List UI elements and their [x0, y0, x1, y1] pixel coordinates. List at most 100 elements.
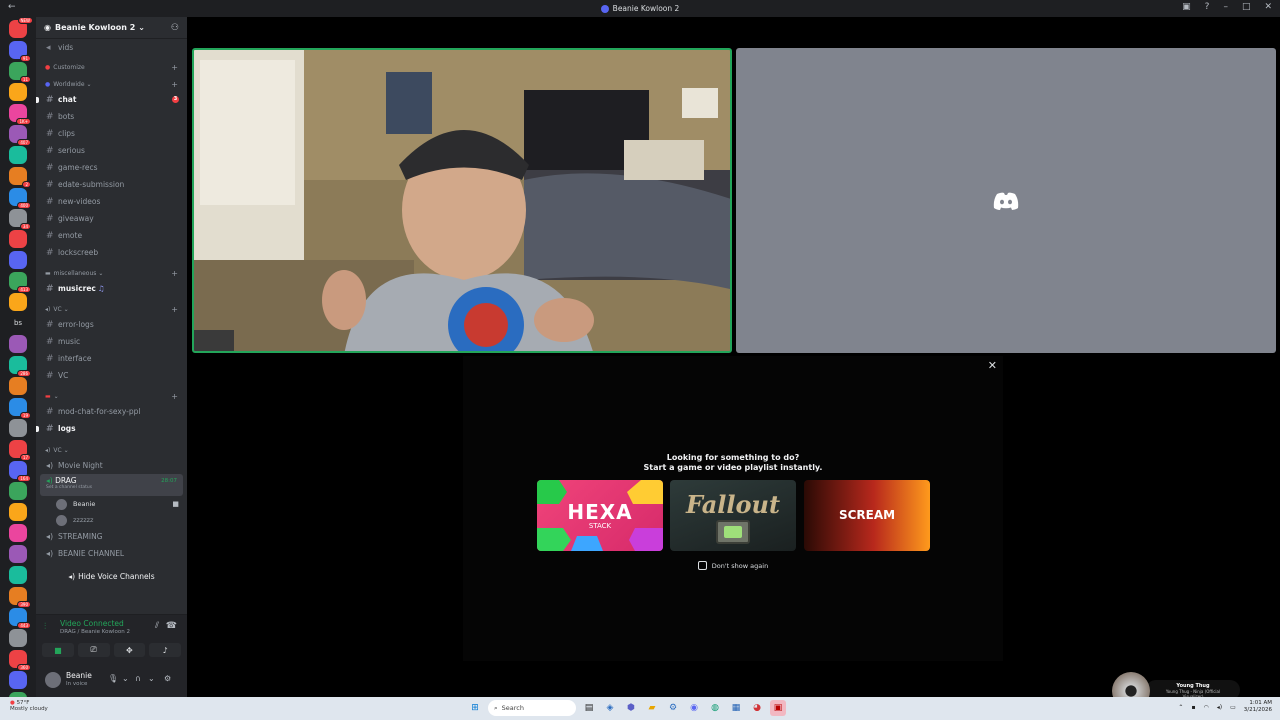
teams-icon[interactable]: ⬢ [623, 700, 639, 716]
server-icon[interactable] [9, 293, 27, 311]
server-icon[interactable]: 2 [9, 167, 31, 188]
checkbox[interactable] [697, 561, 707, 570]
server-icon[interactable] [9, 566, 27, 584]
channel-giveaway[interactable]: # giveaway [36, 210, 187, 227]
edge-icon[interactable]: ◍ [707, 700, 723, 716]
category-vc-2[interactable]: ◂) VC ⌄ [36, 443, 187, 457]
server-icon[interactable]: NEW [9, 17, 33, 38]
camera-button[interactable]: ■ [42, 643, 74, 657]
discord-taskbar-icon[interactable]: ◉ [686, 700, 702, 716]
maximize-button[interactable]: □ [1242, 2, 1251, 12]
customize-row[interactable]: ● Customize + [36, 60, 187, 74]
activity-card-fallout[interactable]: Fallout [670, 480, 796, 551]
server-icon[interactable]: 17 [9, 440, 31, 461]
hide-voice-channels-button[interactable]: ◂) Hide Voice Channels [36, 568, 187, 584]
signal-icon[interactable]: ⫶ [44, 622, 46, 632]
close-icon[interactable]: ✕ [988, 359, 997, 372]
channel-vids[interactable]: ◂ vids [36, 39, 187, 56]
server-icon[interactable]: 413 [9, 272, 31, 293]
voice-channel-drag[interactable]: ◂) DRAG Set a channel status 28:07 [40, 474, 183, 496]
server-icon[interactable] [9, 83, 27, 101]
server-icon[interactable]: 407 [9, 125, 31, 146]
server-header[interactable]: ◉ Beanie Kowloon 2 ⌄ ⚇ [36, 17, 187, 39]
dont-show-again[interactable]: Don't show again [463, 561, 1003, 570]
server-icon[interactable] [9, 335, 27, 353]
headphones-icon[interactable]: ∩ [135, 674, 141, 683]
server-icon[interactable] [9, 419, 27, 437]
wifi-icon[interactable]: ◠ [1204, 704, 1209, 711]
category-miscellaneous[interactable]: ▬ miscellaneous ⌄ + [36, 266, 187, 280]
clock[interactable]: 1:01 AM 3/21/2026 [1244, 700, 1272, 714]
server-icon[interactable] [9, 629, 27, 647]
microphone-icon[interactable]: 🎙 [108, 674, 118, 683]
server-icon[interactable] [9, 671, 27, 689]
weather-widget[interactable]: ● 57°F Mostly cloudy [10, 700, 48, 712]
channel-mod-chat[interactable]: # mod-chat-for-sexy-ppl [36, 403, 187, 420]
server-icon[interactable]: 360 [9, 650, 31, 671]
channel-clips[interactable]: # clips [36, 125, 187, 142]
channel-emote[interactable]: # emote [36, 227, 187, 244]
obs-icon[interactable]: ▣ [770, 700, 786, 716]
channel-music[interactable]: # music [36, 333, 187, 350]
close-button[interactable]: ✕ [1264, 2, 1272, 12]
category-mod[interactable]: ▬ ⌄ + [36, 389, 187, 403]
username[interactable]: Beanie [66, 671, 92, 680]
server-icon[interactable]: 164 [9, 461, 31, 482]
server-icon[interactable]: 400 [9, 188, 31, 209]
server-icon[interactable]: 34 [9, 209, 31, 230]
tray-app-icon[interactable]: ▪ [1191, 704, 1195, 711]
server-icon[interactable]: 91 [9, 41, 31, 62]
channel-error-logs[interactable]: # error-logs [36, 316, 187, 333]
voice-channel-beanie-channel[interactable]: ◂) BEANIE CHANNEL [36, 545, 187, 562]
avatar[interactable] [45, 672, 61, 688]
noise-suppression-icon[interactable]: ⫽ [155, 621, 159, 631]
voice-status[interactable]: Video Connected [60, 619, 124, 628]
chevron-down-icon[interactable]: ⌄ [148, 674, 155, 683]
server-icon[interactable]: 443 [9, 608, 31, 629]
server-icon[interactable] [9, 230, 27, 248]
battery-icon[interactable]: ▭ [1230, 704, 1236, 711]
channel-interface[interactable]: # interface [36, 350, 187, 367]
server-icon[interactable] [9, 503, 27, 521]
task-view-icon[interactable]: ▤ [581, 700, 597, 716]
server-icon[interactable]: bs [9, 314, 27, 332]
minimize-button[interactable]: – [1223, 2, 1228, 12]
soundboard-button[interactable]: ♪ [149, 643, 181, 657]
voice-channel-streaming[interactable]: ◂) STREAMING [36, 528, 187, 545]
file-explorer-icon[interactable]: ▰ [644, 700, 660, 716]
store-icon[interactable]: ▦ [728, 700, 744, 716]
server-icon[interactable]: 390 [9, 587, 31, 608]
server-icon[interactable]: 1K+ [9, 104, 31, 125]
channel-musicrec[interactable]: # musicrec ♫ [36, 280, 187, 297]
channel-status[interactable]: Set a channel status [46, 485, 183, 490]
channel-game-recs[interactable]: # game-recs [36, 159, 187, 176]
video-tile-placeholder[interactable] [736, 48, 1276, 353]
disconnect-icon[interactable]: ☎ [166, 621, 177, 631]
channel-vc[interactable]: # VC [36, 367, 187, 384]
search-box[interactable]: ⌕ Search [488, 700, 576, 716]
server-icon[interactable]: 11 [9, 62, 31, 83]
server-icon[interactable] [9, 377, 27, 395]
screen-share-button[interactable]: ⎚ [77, 643, 110, 657]
channel-lockscreeb[interactable]: # lockscreeb [36, 244, 187, 261]
activities-button[interactable]: ✥ [113, 643, 146, 657]
server-icon[interactable] [9, 251, 27, 269]
channel-new-videos[interactable]: # new-videos [36, 193, 187, 210]
back-arrow-icon[interactable]: ← [8, 2, 16, 12]
server-icon[interactable] [9, 524, 27, 542]
settings-icon[interactable]: ⚙ [665, 700, 681, 716]
copilot-icon[interactable]: ◈ [602, 700, 618, 716]
video-tile-camera[interactable] [192, 48, 732, 353]
voice-channel-movie-night[interactable]: ◂) Movie Night [36, 457, 187, 474]
server-icon[interactable]: 286 [9, 356, 31, 377]
category-vc[interactable]: ◂) VC ⌄ + [36, 302, 187, 316]
windows-start-icon[interactable]: ⊞ [467, 700, 483, 716]
server-icon[interactable]: 19 [9, 398, 31, 419]
channel-bots[interactable]: # bots [36, 108, 187, 125]
inbox-icon[interactable]: ▣ [1182, 2, 1191, 12]
server-icon[interactable] [9, 545, 27, 563]
voice-channel-path[interactable]: DRAG / Beanie Kowloon 2 [60, 629, 130, 635]
voice-user-beanie[interactable]: Beanie ■ [36, 496, 187, 512]
activity-card-hexa-stack[interactable]: HEXA STACK [537, 480, 663, 551]
category-worldwide[interactable]: ● Worldwide ⌄ + [36, 77, 187, 91]
